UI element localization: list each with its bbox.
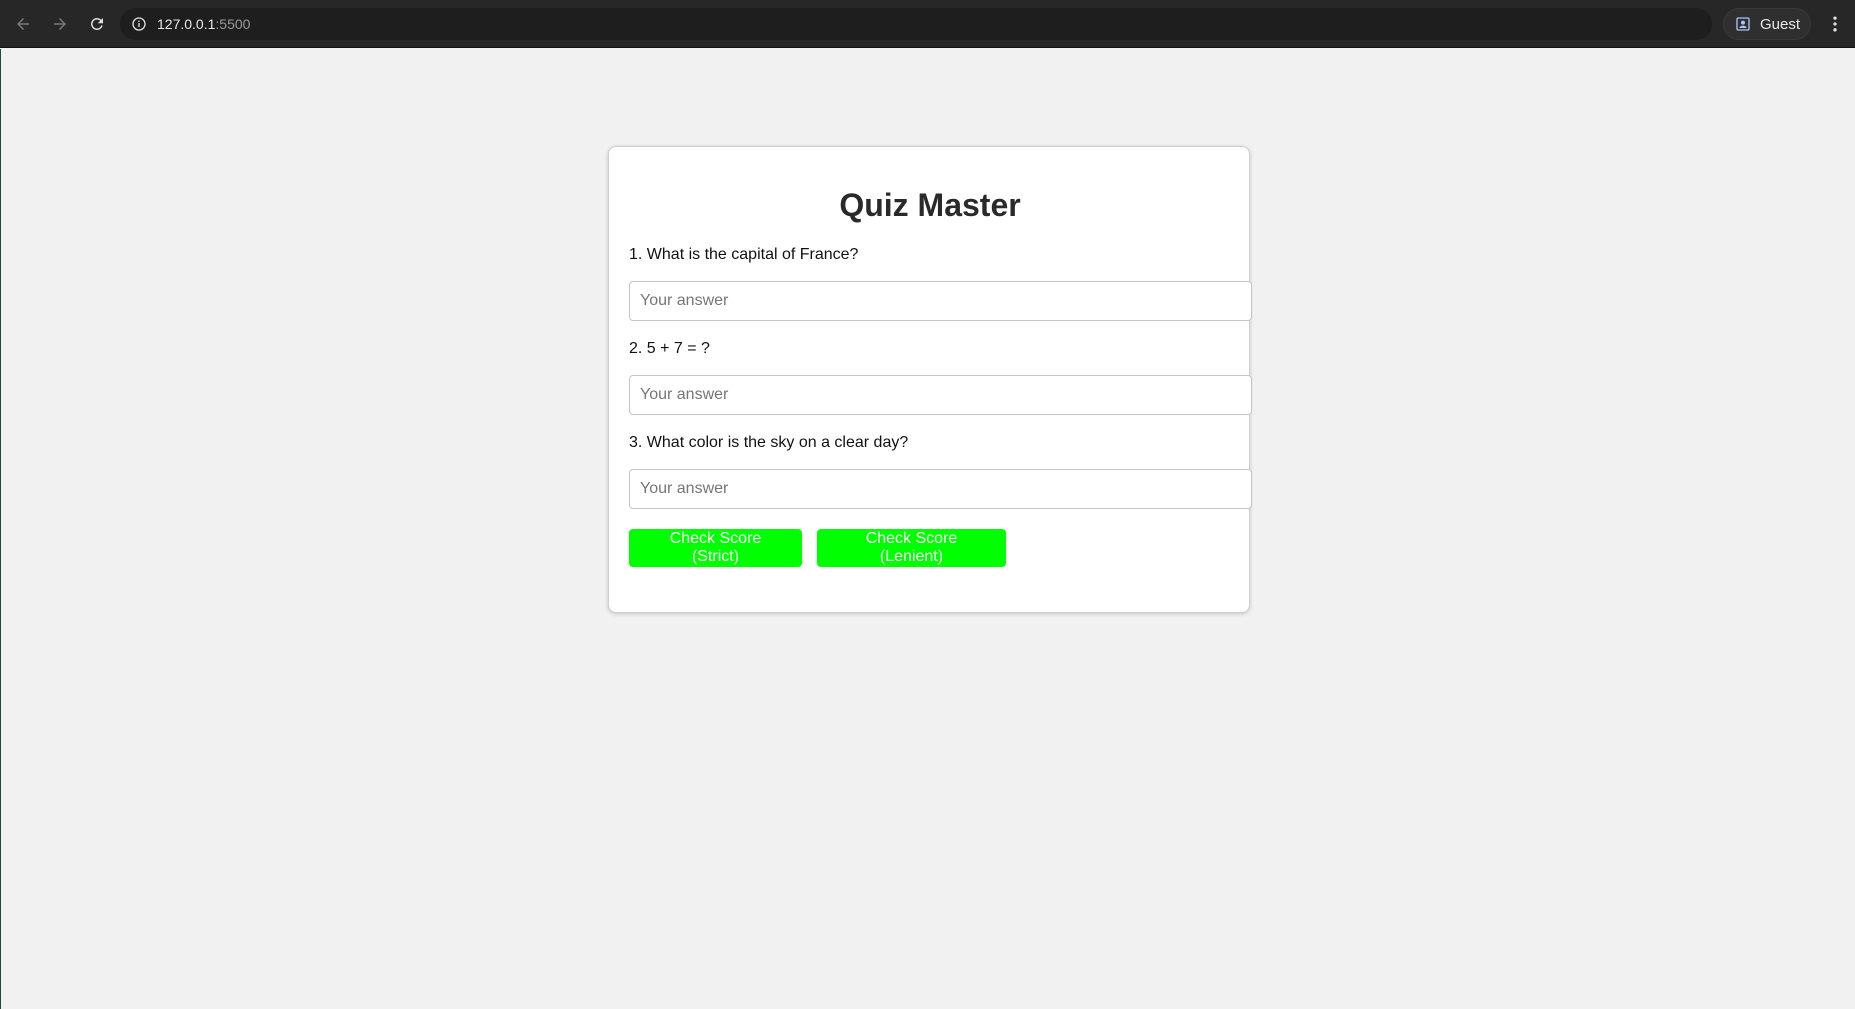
kebab-menu-icon <box>1833 16 1837 32</box>
answer-1-input[interactable] <box>629 281 1252 321</box>
back-button[interactable] <box>8 9 38 39</box>
profile-label: Guest <box>1760 15 1801 33</box>
answer-3-input[interactable] <box>629 469 1252 509</box>
question-2-label: 2. 5 + 7 = ? <box>629 340 710 357</box>
browser-menu-button[interactable] <box>1820 9 1850 39</box>
page-title: Quiz Master <box>839 187 1021 223</box>
address-bar[interactable]: 127.0.0.1:5500 <box>120 8 1712 40</box>
forward-arrow-icon <box>54 17 66 30</box>
info-icon[interactable] <box>130 15 148 33</box>
reload-button[interactable] <box>82 9 112 39</box>
browser-toolbar: 127.0.0.1:5500 Guest <box>0 0 1855 48</box>
quiz-card: Quiz Master 1. What is the capital of Fr… <box>608 146 1252 613</box>
profile-button[interactable]: Guest <box>1723 8 1811 40</box>
profile-icon <box>1734 15 1752 33</box>
url-text: 127.0.0.1:5500 <box>157 16 250 32</box>
back-arrow-icon <box>17 17 29 30</box>
answer-2-input[interactable] <box>629 375 1252 415</box>
reload-icon <box>90 17 103 30</box>
check-score-lenient-button[interactable]: Check Score (Lenient) <box>817 529 1006 567</box>
question-3-label: 3. What color is the sky on a clear day? <box>629 434 909 451</box>
url-port: :5500 <box>215 16 251 32</box>
page-viewport: Quiz Master 1. What is the capital of Fr… <box>0 49 1855 1009</box>
question-1-label: 1. What is the capital of France? <box>629 246 859 263</box>
forward-button[interactable] <box>45 9 75 39</box>
check-score-strict-button[interactable]: Check Score (Strict) <box>629 529 802 567</box>
url-host: 127.0.0.1 <box>157 16 216 32</box>
